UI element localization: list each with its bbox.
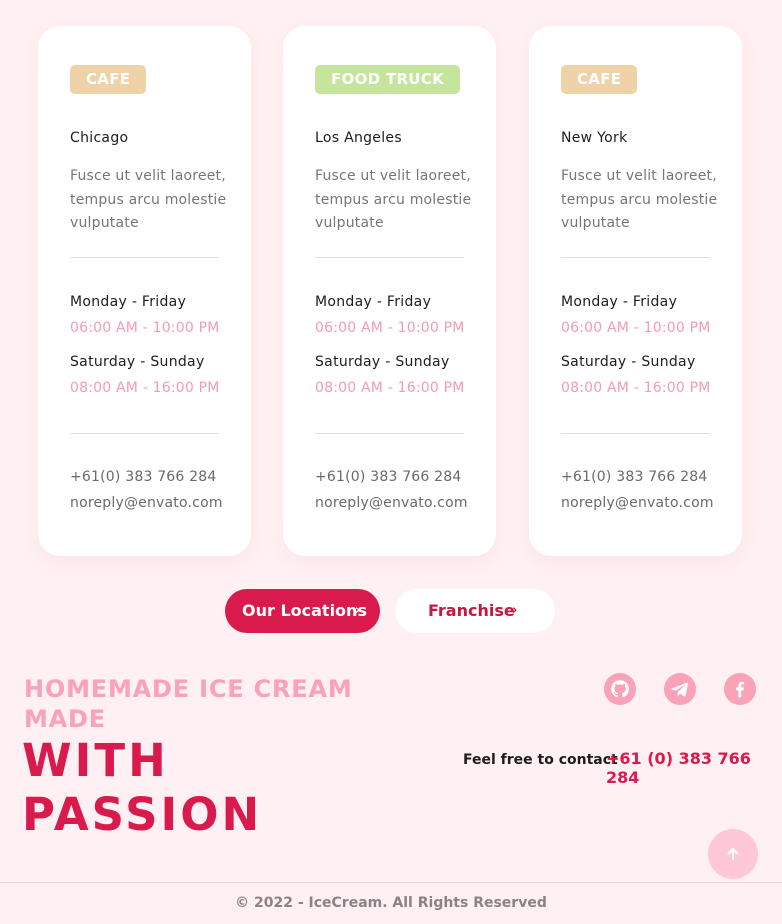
- divider: [315, 257, 464, 258]
- back-to-top-button[interactable]: [708, 829, 758, 879]
- weekday-label: Monday - Friday: [561, 294, 678, 310]
- weekend-label: Saturday - Sunday: [70, 354, 205, 370]
- footer-divider: [0, 882, 782, 883]
- telegram-icon: [671, 682, 689, 697]
- weekend-label: Saturday - Sunday: [561, 354, 696, 370]
- location-city: Los Angeles: [315, 130, 402, 146]
- weekend-hours: 08:00 AM - 16:00 PM: [561, 380, 711, 396]
- divider: [70, 433, 219, 434]
- location-type-badge: cafe: [561, 65, 638, 94]
- location-city: New York: [561, 130, 628, 146]
- weekday-label: Monday - Friday: [315, 294, 432, 310]
- contact-label: Feel free to contact: [463, 752, 618, 768]
- location-phone[interactable]: +61(0) 383 766 284: [561, 469, 708, 485]
- weekend-hours: 08:00 AM - 16:00 PM: [315, 380, 465, 396]
- weekday-label: Monday - Friday: [70, 294, 187, 310]
- divider: [70, 257, 219, 258]
- location-card-new-york: cafe New York Fusce ut velit laoreet, te…: [529, 26, 742, 556]
- copyright-text: © 2022 - IceCream. All Rights Reserved: [235, 895, 547, 911]
- divider: [315, 433, 464, 434]
- location-description: Fusce ut velit laoreet, tempus arcu mole…: [315, 168, 472, 231]
- tagline-small: Homemade ice cream made: [24, 675, 353, 733]
- franchise-button[interactable]: Franchise ›: [395, 589, 555, 633]
- weekday-hours: 06:00 AM - 10:00 PM: [561, 320, 711, 336]
- location-card-chicago: cafe Chicago Fusce ut velit laoreet, tem…: [38, 26, 251, 556]
- github-icon: [611, 680, 630, 698]
- weekday-hours: 06:00 AM - 10:00 PM: [315, 320, 465, 336]
- location-phone[interactable]: +61(0) 383 766 284: [315, 469, 462, 485]
- location-type-badge: cafe: [70, 65, 147, 94]
- location-phone[interactable]: +61(0) 383 766 284: [70, 469, 217, 485]
- chevron-right-icon: ›: [512, 603, 518, 618]
- location-type-badge: food truck: [315, 65, 461, 94]
- facebook-link[interactable]: [724, 673, 756, 705]
- location-city: Chicago: [70, 130, 129, 146]
- github-link[interactable]: [604, 673, 636, 705]
- our-locations-button[interactable]: Our Locations ›: [225, 589, 380, 633]
- contact-phone-link[interactable]: +61 (0) 383 766 284: [606, 749, 782, 787]
- arrow-up-icon: [727, 848, 739, 860]
- weekend-hours: 08:00 AM - 16:00 PM: [70, 380, 220, 396]
- weekday-hours: 06:00 AM - 10:00 PM: [70, 320, 220, 336]
- chevron-right-icon: ›: [355, 603, 361, 618]
- divider: [561, 433, 710, 434]
- location-description: Fusce ut velit laoreet, tempus arcu mole…: [70, 168, 227, 231]
- telegram-link[interactable]: [664, 673, 696, 705]
- franchise-label: Franchise: [428, 601, 515, 620]
- location-card-los-angeles: food truck Los Angeles Fusce ut velit la…: [283, 26, 496, 556]
- divider: [561, 257, 710, 258]
- locations-list: cafe Chicago Fusce ut velit laoreet, tem…: [38, 26, 742, 556]
- weekend-label: Saturday - Sunday: [315, 354, 450, 370]
- tagline-large: With passion: [22, 734, 263, 841]
- facebook-icon: [736, 681, 745, 698]
- our-locations-label: Our Locations: [242, 601, 367, 620]
- location-description: Fusce ut velit laoreet, tempus arcu mole…: [561, 168, 718, 231]
- location-email[interactable]: noreply@envato.com: [561, 495, 714, 511]
- location-email[interactable]: noreply@envato.com: [315, 495, 468, 511]
- location-email[interactable]: noreply@envato.com: [70, 495, 223, 511]
